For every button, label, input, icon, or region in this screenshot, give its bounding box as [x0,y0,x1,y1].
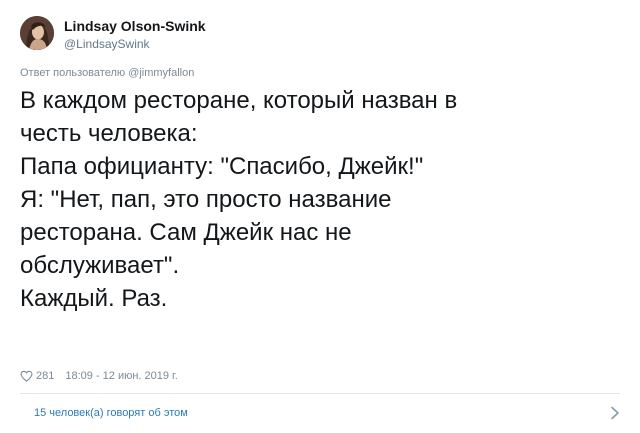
author-display-name[interactable]: Lindsay Olson-Swink [64,18,206,34]
tweet-text-line: В каждом ресторане, который назван в [20,87,458,114]
tweet-text-line: Я: "Нет, пап, это просто название [20,186,392,213]
tweet-text: В каждом ресторане, который назван в чес… [20,84,580,315]
like-count[interactable]: 281 [36,370,54,382]
tweet-text-line: ресторана. Сам Джейк нас не [20,219,352,246]
tweet-text-line: Папа официанту: "Спасибо, Джейк!" [20,153,424,180]
author-handle[interactable]: @LindsaySwink [64,37,150,51]
conversation-link[interactable]: 15 человек(а) говорят об этом [20,394,620,432]
tweet-meta: 281 18:09 - 12 июн. 2019 г. [20,370,178,382]
avatar[interactable] [20,16,54,50]
chevron-right-icon[interactable] [610,406,620,420]
tweet-text-line: честь человека: [20,120,198,147]
reply-context: Ответ пользователю @jimmyfallon [20,67,195,79]
timestamp[interactable]: 18:09 - 12 июн. 2019 г. [65,370,177,382]
tweet-text-line: обслуживает". [20,252,180,279]
tweet-card: Lindsay Olson-Swink @LindsaySwink Ответ … [0,0,640,433]
tweet-text-line: Каждый. Раз. [20,285,168,312]
people-talking-label[interactable]: 15 человек(а) говорят об этом [34,407,188,419]
profile-photo-icon [20,16,54,50]
heart-icon[interactable] [20,370,33,382]
